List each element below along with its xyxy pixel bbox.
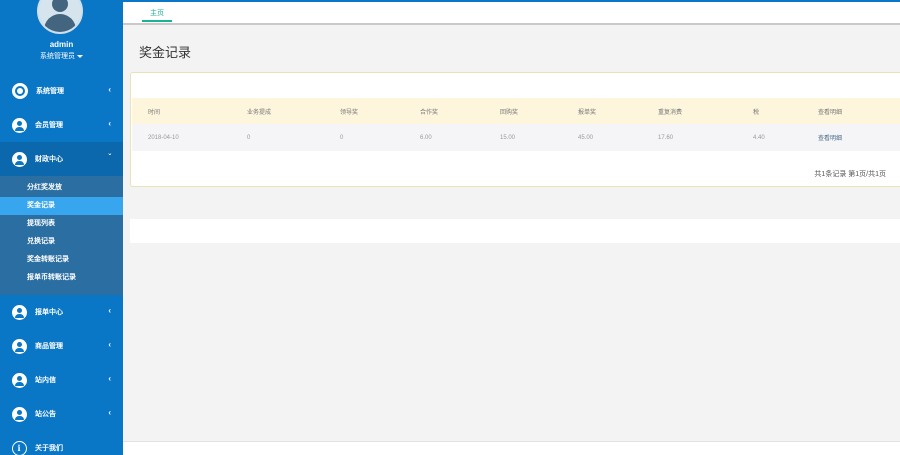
chevron-down-icon: ˇ bbox=[108, 153, 111, 162]
cell-date: 2018-04-10 bbox=[148, 134, 179, 141]
menu-label: 关于我们 bbox=[35, 445, 63, 452]
menu-item-order-center[interactable]: 报单中心 ‹ bbox=[0, 295, 123, 329]
user-profile: admin 系统管理员 bbox=[0, 0, 123, 74]
menu-label: 财政中心 bbox=[35, 156, 63, 163]
chevron-left-icon: ‹ bbox=[108, 340, 111, 349]
user-icon bbox=[12, 117, 27, 133]
menu-item-system[interactable]: 系统管理 ‹ bbox=[0, 74, 123, 108]
user-icon bbox=[12, 338, 27, 354]
submenu-item-dividend[interactable]: 分红奖发放 bbox=[0, 179, 123, 197]
menu-item-messages[interactable]: 站内信 ‹ bbox=[0, 363, 123, 397]
user-icon bbox=[12, 151, 27, 167]
main-content: 奖金记录 时间 业务提成 领导奖 合作奖 回购奖 报单奖 重复消费 税 查看明细… bbox=[123, 25, 900, 455]
menu-label: 商品管理 bbox=[35, 343, 63, 350]
cell-tax: 4.40 bbox=[753, 134, 765, 141]
cell-cooperation-bonus: 6.00 bbox=[420, 134, 432, 141]
records-panel: 时间 业务提成 领导奖 合作奖 回购奖 报单奖 重复消费 税 查看明细 2018… bbox=[130, 72, 900, 187]
footer bbox=[123, 441, 900, 455]
column-header: 报单奖 bbox=[578, 109, 597, 116]
pagination-info: 共1条记录 第1页/共1页 bbox=[814, 171, 886, 178]
page-title: 奖金记录 bbox=[139, 45, 192, 60]
caret-down-icon bbox=[77, 54, 83, 58]
finance-submenu: 分红奖发放 奖金记录 提现列表 兑换记录 奖金转账记录 报单币转账记录 bbox=[0, 176, 123, 295]
user-role-dropdown[interactable]: 系统管理员 bbox=[0, 51, 123, 61]
sidebar: admin 系统管理员 系统管理 ‹ 会员管理 ‹ 财政中心 ˇ 分红奖发放 奖… bbox=[0, 0, 123, 455]
view-details-link[interactable]: 查看明细 bbox=[818, 124, 900, 151]
menu-label: 系统管理 bbox=[36, 88, 64, 95]
table-header-row: 时间 业务提成 领导奖 合作奖 回购奖 报单奖 重复消费 税 查看明细 bbox=[132, 98, 900, 124]
cell-order-bonus: 45.00 bbox=[578, 134, 594, 141]
column-header: 时间 bbox=[148, 109, 161, 116]
column-header: 领导奖 bbox=[340, 109, 359, 116]
chevron-left-icon: ‹ bbox=[108, 119, 111, 128]
menu-label: 站内信 bbox=[35, 377, 56, 384]
column-header: 业务提成 bbox=[247, 109, 272, 116]
chevron-left-icon: ‹ bbox=[108, 306, 111, 315]
user-icon bbox=[12, 304, 27, 320]
user-name: admin bbox=[49, 40, 74, 49]
column-header: 重复消费 bbox=[658, 109, 683, 116]
submenu-item-exchange[interactable]: 兑换记录 bbox=[0, 233, 123, 251]
gear-icon bbox=[12, 83, 28, 99]
submenu-item-withdrawals[interactable]: 提现列表 bbox=[0, 215, 123, 233]
submenu-item-order-coin-transfer[interactable]: 报单币转账记录 bbox=[0, 269, 123, 287]
tab-home[interactable]: 主页 bbox=[142, 6, 172, 22]
info-icon bbox=[12, 440, 27, 455]
user-icon bbox=[12, 372, 27, 388]
menu-item-products[interactable]: 商品管理 ‹ bbox=[0, 329, 123, 363]
menu-label: 站公告 bbox=[35, 411, 56, 418]
chevron-left-icon: ‹ bbox=[108, 374, 111, 383]
chevron-left-icon: ‹ bbox=[108, 408, 111, 417]
column-header: 合作奖 bbox=[420, 109, 439, 116]
menu-item-about[interactable]: 关于我们 bbox=[0, 431, 123, 455]
chevron-left-icon: ‹ bbox=[108, 85, 111, 94]
menu-item-finance[interactable]: 财政中心 ˇ bbox=[0, 142, 123, 176]
column-header: 回购奖 bbox=[500, 109, 519, 116]
menu-label: 会员管理 bbox=[35, 122, 63, 129]
cell-repurchase-bonus: 15.00 bbox=[500, 134, 516, 141]
tab-bar: 主页 bbox=[123, 0, 900, 25]
cell-leader-bonus: 0 bbox=[340, 134, 344, 141]
user-icon bbox=[12, 406, 27, 422]
user-role: 系统管理员 bbox=[40, 53, 75, 60]
content-strip bbox=[130, 219, 900, 243]
cell-repeat-consumption: 17.60 bbox=[658, 134, 674, 141]
column-header: 查看明细 bbox=[818, 109, 843, 116]
menu-item-members[interactable]: 会员管理 ‹ bbox=[0, 108, 123, 142]
submenu-item-bonus-transfer[interactable]: 奖金转账记录 bbox=[0, 251, 123, 269]
table-row: 2018-04-10 0 0 6.00 15.00 45.00 17.60 4.… bbox=[132, 124, 900, 151]
menu-item-announcements[interactable]: 站公告 ‹ bbox=[0, 397, 123, 431]
submenu-item-bonus-records[interactable]: 奖金记录 bbox=[0, 197, 123, 215]
cell-business-commission: 0 bbox=[247, 134, 251, 141]
column-header: 税 bbox=[753, 109, 760, 116]
avatar[interactable] bbox=[37, 0, 83, 34]
bonus-records-table: 时间 业务提成 领导奖 合作奖 回购奖 报单奖 重复消费 税 查看明细 2018… bbox=[132, 98, 900, 151]
menu-label: 报单中心 bbox=[35, 309, 63, 316]
